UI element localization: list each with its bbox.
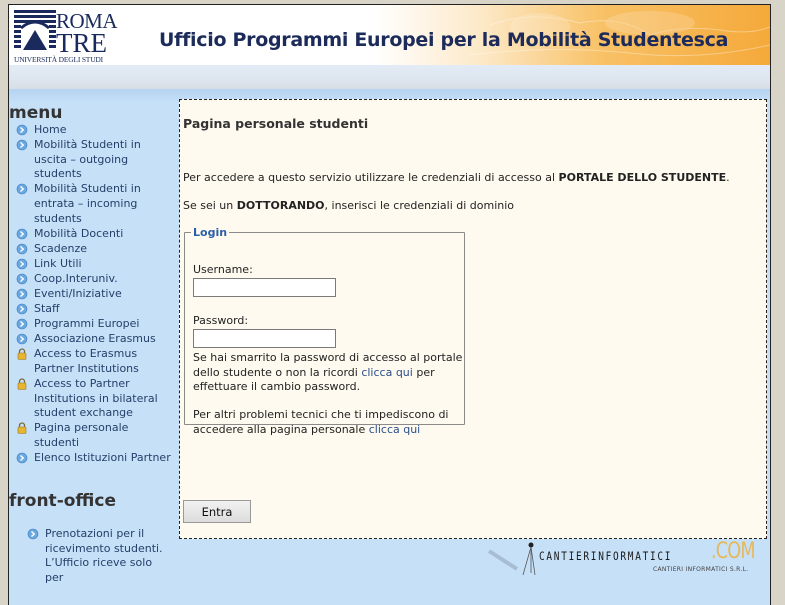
username-input[interactable] bbox=[193, 278, 336, 297]
sidebar-menu-item-label: Scadenze bbox=[34, 241, 88, 255]
dottorando-text-suffix: , inserisci le credenziali di dominio bbox=[324, 199, 515, 212]
sidebar-menu-item-label: Mobilità Studenti in entrata – incoming … bbox=[34, 182, 141, 225]
front-office-item-label: Prenotazioni per il ricevimento studenti… bbox=[45, 527, 163, 584]
sidebar-menu-item[interactable]: Elenco Istituzioni Partner bbox=[15, 451, 175, 466]
sidebar-menu-item[interactable]: Associazione Erasmus bbox=[15, 332, 175, 347]
password-recovery-link[interactable]: clicca qui bbox=[361, 366, 413, 379]
sidebar-menu-item-label: Associazione Erasmus bbox=[34, 332, 156, 346]
dottorando-text: Se sei un DOTTORANDO, inserisci le crede… bbox=[183, 199, 514, 212]
lock-icon bbox=[16, 378, 28, 390]
page-title: Pagina personale studenti bbox=[183, 116, 369, 131]
lock-icon bbox=[16, 422, 28, 435]
sidebar-menu-item-label: Staff bbox=[34, 302, 60, 316]
menu-heading: menu bbox=[9, 103, 63, 123]
username-label: Username: bbox=[193, 263, 253, 276]
sidebar-menu-item[interactable]: Staff bbox=[15, 302, 175, 317]
sidebar-menu-item[interactable]: Mobilità Docenti bbox=[15, 227, 175, 242]
sidebar-menu-item-label: Link Utili bbox=[34, 256, 82, 270]
login-legend: Login bbox=[193, 226, 228, 239]
sidebar-menu-item-label: Access to Erasmus Partner Institutions bbox=[34, 347, 139, 375]
lock-icon bbox=[16, 348, 28, 361]
dottorando-label: DOTTORANDO bbox=[236, 199, 325, 212]
sidebar-menu-item-label: Access to Partner Institutions in bilate… bbox=[34, 377, 158, 420]
sidebar-menu-item[interactable]: Coop.Interuniv. bbox=[15, 272, 175, 287]
technical-problems-text: Per altri problemi tecnici che ti impedi… bbox=[193, 408, 463, 437]
arrow-bullet-icon bbox=[16, 303, 28, 315]
sidebar-menu-item[interactable]: Mobilità Studenti in entrata – incoming … bbox=[15, 182, 175, 226]
arrow-bullet-icon bbox=[16, 183, 28, 195]
arrow-bullet-icon bbox=[16, 318, 28, 330]
footer-brand-sub: CANTIERI INFORMATICI S.R.L. bbox=[653, 566, 749, 573]
sidebar-menu-item-label: Home bbox=[34, 123, 67, 136]
login-fieldset: Login Username: Password: Se hai smarrit… bbox=[184, 226, 465, 436]
password-input[interactable] bbox=[193, 329, 336, 348]
header-banner: ROMA TRE UNIVERSITÀ DEGLI STUDI Ufficio … bbox=[9, 5, 770, 101]
front-office-list: Prenotazioni per il ricevimento studenti… bbox=[26, 527, 166, 585]
arrow-bullet-icon bbox=[16, 243, 28, 255]
front-office-heading: front-office bbox=[9, 491, 116, 511]
sidebar-menu-item-label: Mobilità Studenti in uscita – outgoing s… bbox=[34, 138, 141, 181]
site-title: Ufficio Programmi Europei per la Mobilit… bbox=[159, 29, 729, 51]
sidebar-menu-item[interactable]: Access to Partner Institutions in bilate… bbox=[15, 377, 175, 421]
portal-name: PORTALE DELLO STUDENTE bbox=[558, 171, 727, 184]
portal-text-suffix: . bbox=[726, 171, 730, 184]
technical-problems-link[interactable]: clicca qui bbox=[369, 423, 421, 436]
sidebar-menu-item-label: Coop.Interuniv. bbox=[34, 271, 118, 285]
arrow-bullet-icon bbox=[16, 288, 28, 300]
password-recovery-text: Se hai smarrito la password di accesso a… bbox=[193, 351, 463, 395]
arrow-bullet-icon bbox=[27, 528, 39, 540]
dottorando-text-prefix: Se sei un bbox=[183, 199, 237, 212]
header-band bbox=[9, 65, 770, 89]
sidebar-menu-item-label: Mobilità Docenti bbox=[34, 226, 124, 240]
sidebar-menu-item-label: Eventi/Iniziative bbox=[34, 287, 122, 301]
arrow-bullet-icon bbox=[16, 452, 28, 464]
sidebar-menu-item-label: Programmi Europei bbox=[34, 317, 140, 331]
arrow-bullet-icon bbox=[16, 228, 28, 240]
logo-university-text: UNIVERSITÀ DEGLI STUDI bbox=[14, 55, 103, 64]
sidebar-menu-item[interactable]: Home bbox=[15, 123, 175, 138]
content-panel: Pagina personale studenti Per accedere a… bbox=[179, 99, 767, 539]
sidebar-menu-item[interactable]: Access to Erasmus Partner Institutions bbox=[15, 347, 175, 376]
portal-text-prefix: Per accedere a questo servizio utilizzar… bbox=[183, 171, 559, 184]
sidebar-menu-item[interactable]: Programmi Europei bbox=[15, 317, 175, 332]
tripod-camera-icon bbox=[487, 542, 536, 576]
sidebar-menu-item[interactable]: Scadenze bbox=[15, 242, 175, 257]
arrow-bullet-icon bbox=[16, 258, 28, 270]
sidebar-menu-item-label: Elenco Istituzioni Partner bbox=[34, 451, 171, 465]
front-office-item[interactable]: Prenotazioni per il ricevimento studenti… bbox=[26, 527, 166, 585]
sidebar-menu-item-label: Pagina personale studenti bbox=[34, 421, 129, 449]
sidebar-menu-item[interactable]: Pagina personale studenti bbox=[15, 421, 175, 450]
cantieri-informatici-logo[interactable]: CANTIERINFORMATICI .COM CANTIERI INFORMA… bbox=[487, 539, 757, 583]
arrow-bullet-icon bbox=[16, 139, 28, 151]
page-frame: ROMA TRE UNIVERSITÀ DEGLI STUDI Ufficio … bbox=[8, 4, 771, 605]
footer-brand-suffix: .COM bbox=[711, 539, 756, 564]
password-label: Password: bbox=[193, 314, 249, 327]
sidebar-menu-item[interactable]: Eventi/Iniziative bbox=[15, 287, 175, 302]
entra-button[interactable]: Entra bbox=[183, 500, 251, 523]
roma-tre-arch-icon bbox=[14, 10, 56, 50]
arrow-bullet-icon bbox=[16, 273, 28, 285]
arrow-bullet-icon bbox=[16, 124, 28, 136]
portal-credentials-text: Per accedere a questo servizio utilizzar… bbox=[183, 171, 730, 184]
sidebar-menu-item[interactable]: Link Utili bbox=[15, 257, 175, 272]
arrow-bullet-icon bbox=[16, 333, 28, 345]
menu-list: Home Mobilità Studenti in uscita – outgoi… bbox=[15, 123, 175, 466]
sidebar-menu-item[interactable]: Mobilità Studenti in uscita – outgoing s… bbox=[15, 138, 175, 182]
footer-brand: CANTIERINFORMATICI bbox=[539, 549, 673, 563]
roma-tre-logo[interactable]: ROMA TRE UNIVERSITÀ DEGLI STUDI bbox=[14, 9, 120, 64]
